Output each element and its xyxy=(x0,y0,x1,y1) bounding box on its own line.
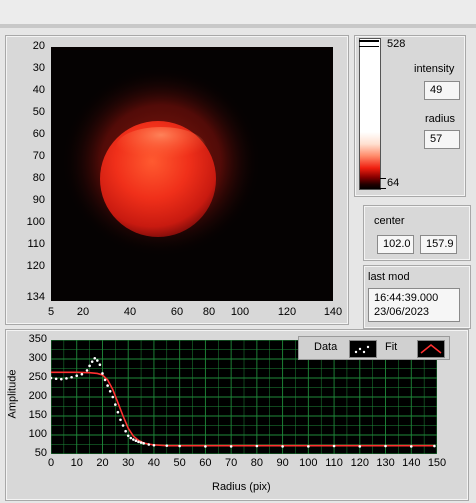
center-label: center xyxy=(374,215,405,227)
data-point xyxy=(103,378,107,382)
data-point xyxy=(229,445,233,448)
colorbar-max-label: 528 xyxy=(387,38,406,50)
data-point xyxy=(88,364,91,368)
center-x-indicator: 102.0 xyxy=(377,235,414,254)
last-mod-label: last mod xyxy=(368,271,410,283)
data-point xyxy=(108,390,112,393)
image-y-tick: 40 xyxy=(32,84,45,96)
image-y-tick: 20 xyxy=(32,40,45,52)
data-point xyxy=(116,410,120,414)
image-x-tick: 100 xyxy=(230,306,250,318)
data-point xyxy=(85,369,89,372)
image-y-tick: 50 xyxy=(32,106,45,118)
data-point xyxy=(54,377,58,381)
data-point xyxy=(307,445,310,448)
data-point xyxy=(101,372,104,375)
data-point xyxy=(139,441,143,444)
data-points-icon xyxy=(354,345,370,354)
data-point xyxy=(59,377,63,381)
colorbar-min-label: 64 xyxy=(387,177,400,189)
data-point xyxy=(65,377,68,380)
data-point xyxy=(126,434,130,438)
window-top-bar xyxy=(0,0,476,24)
data-point xyxy=(165,444,169,447)
data-point xyxy=(93,356,97,360)
data-point xyxy=(106,384,109,387)
plot-y-tick: 300 xyxy=(28,352,47,364)
data-point xyxy=(121,424,125,427)
intensity-indicator: 49 xyxy=(424,81,460,100)
image-y-tick: 100 xyxy=(26,216,45,228)
data-point xyxy=(152,443,156,447)
plot-x-tick: 150 xyxy=(427,457,447,469)
data-point xyxy=(204,445,207,448)
y-axis-label: Amplitude xyxy=(6,369,19,419)
data-point xyxy=(358,445,362,448)
data-point xyxy=(119,418,122,422)
legend-fit-label: Fit xyxy=(385,341,398,353)
data-point xyxy=(132,438,135,441)
radius-label: radius xyxy=(425,113,455,125)
data-point xyxy=(255,444,259,448)
data-point xyxy=(70,375,73,379)
top-divider xyxy=(0,24,476,28)
data-point xyxy=(281,445,284,448)
legend-fit-swatch[interactable] xyxy=(417,340,445,358)
data-point xyxy=(137,440,140,444)
legend-data-label: Data xyxy=(314,341,338,353)
data-point xyxy=(384,444,387,448)
spot-rim xyxy=(116,127,206,167)
plot-y-tick: 350 xyxy=(28,333,47,345)
data-point xyxy=(98,363,102,366)
data-point xyxy=(75,374,79,378)
image-y-tick: 30 xyxy=(32,62,45,74)
colorbar-min-marker[interactable] xyxy=(380,178,386,189)
image-y-tick: 80 xyxy=(32,172,45,184)
data-point xyxy=(124,429,127,433)
image-y-tick: 110 xyxy=(27,238,45,250)
image-x-tick: 40 xyxy=(123,306,137,318)
data-point xyxy=(51,376,53,380)
last-mod-date: 23/06/2023 xyxy=(374,306,430,318)
image-x-tick: 5 xyxy=(47,306,55,318)
plot-y-tick: 100 xyxy=(28,428,47,440)
image-y-tick: 90 xyxy=(32,194,45,206)
data-point xyxy=(114,403,117,406)
data-point xyxy=(142,442,145,445)
image-y-tick: 120 xyxy=(26,260,45,272)
intensity-image-graphic xyxy=(61,67,261,257)
image-x-tick: 20 xyxy=(76,306,90,318)
image-x-tick: 140 xyxy=(323,306,343,318)
data-point xyxy=(134,439,138,442)
data-point xyxy=(147,443,151,446)
image-x-tick: 80 xyxy=(202,306,216,318)
plot-legend: Data Fit xyxy=(298,336,450,360)
radius-indicator: 57 xyxy=(424,130,460,149)
colorbar xyxy=(359,38,381,190)
center-y-indicator: 157.9 xyxy=(420,235,457,254)
data-point xyxy=(111,395,115,399)
intensity-image xyxy=(51,47,333,301)
data-point xyxy=(332,444,336,448)
image-x-tick: 60 xyxy=(170,306,184,318)
image-y-tick: 70 xyxy=(32,150,45,162)
data-point xyxy=(409,445,413,448)
x-axis-label: Radius (pix) xyxy=(212,481,271,493)
image-y-tick: 60 xyxy=(32,128,45,140)
data-point xyxy=(96,359,99,362)
image-x-tick: 120 xyxy=(277,306,297,318)
data-point xyxy=(80,372,84,376)
intensity-label: intensity xyxy=(414,63,455,75)
last-mod-indicator: 16:44:39.000 23/06/2023 xyxy=(368,288,460,322)
data-point xyxy=(433,444,436,448)
colorbar-max-marker[interactable] xyxy=(359,40,379,47)
image-y-tick: 134 xyxy=(26,291,45,303)
data-point xyxy=(129,436,133,440)
fit-line-icon xyxy=(420,344,442,354)
data-point xyxy=(178,444,181,448)
last-mod-time: 16:44:39.000 xyxy=(374,292,439,304)
legend-data-swatch[interactable] xyxy=(349,340,377,358)
data-point xyxy=(90,360,94,363)
